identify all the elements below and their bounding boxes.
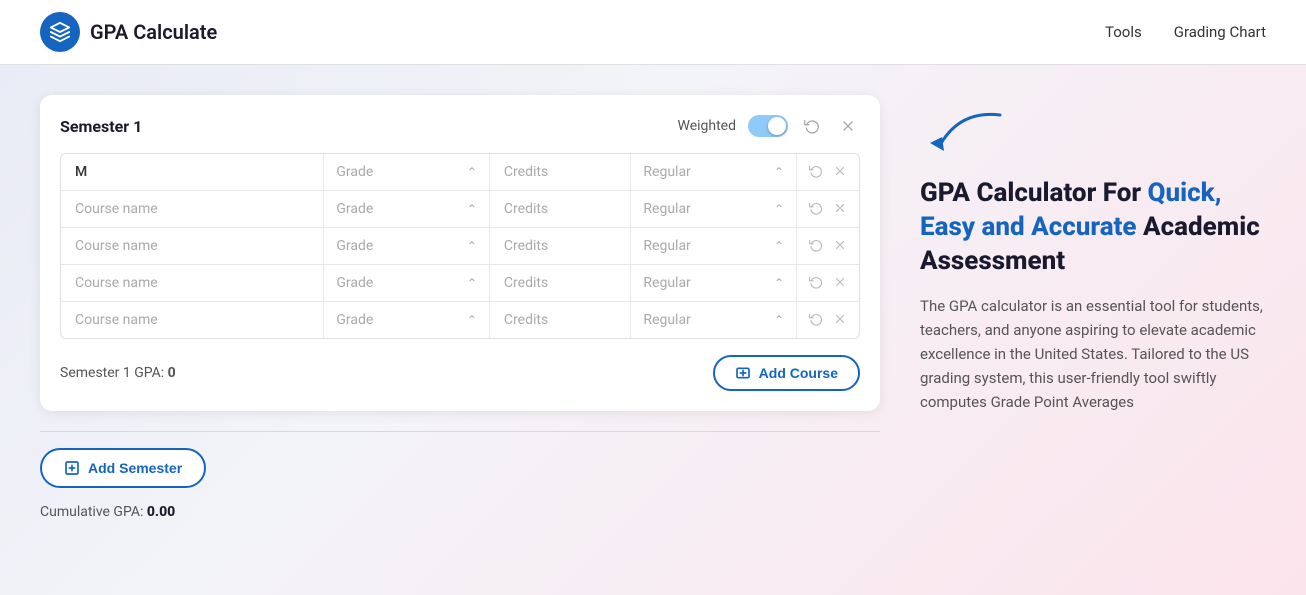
- cumulative-gpa: Cumulative GPA: 0.00: [40, 504, 880, 520]
- add-course-label: Add Course: [759, 365, 838, 381]
- arrow-decoration: [920, 105, 1266, 169]
- table-row: Course name Grade ⌃ Credits Regular ⌃: [61, 265, 859, 302]
- grade-select[interactable]: Grade ⌃: [324, 302, 490, 338]
- delete-row-button[interactable]: [831, 199, 849, 220]
- type-select[interactable]: Regular ⌃: [631, 154, 797, 190]
- close-semester-button[interactable]: [836, 116, 860, 136]
- delete-row-button[interactable]: [831, 273, 849, 294]
- chevron-down-icon: ⌃: [467, 239, 477, 253]
- chevron-down-icon: ⌃: [467, 313, 477, 327]
- refresh-row-button[interactable]: [807, 162, 825, 183]
- course-name-input[interactable]: M: [61, 154, 324, 190]
- add-course-button[interactable]: Add Course: [713, 355, 860, 391]
- header: GPA Calculate Tools Grading Chart: [0, 0, 1306, 65]
- delete-row-button[interactable]: [831, 310, 849, 331]
- chevron-down-icon: ⌃: [467, 165, 477, 179]
- right-description: The GPA calculator is an essential tool …: [920, 294, 1266, 414]
- refresh-row-button[interactable]: [807, 199, 825, 220]
- table-row: Course name Grade ⌃ Credits Regular ⌃: [61, 191, 859, 228]
- credits-input[interactable]: Credits: [490, 191, 631, 227]
- logo-icon: [40, 12, 80, 52]
- row-actions: [797, 310, 859, 331]
- semester-card: Semester 1 Weighted: [40, 95, 880, 411]
- semester-gpa-value: 0: [168, 365, 176, 381]
- right-panel: GPA Calculator For Quick, Easy and Accur…: [920, 95, 1266, 565]
- row-actions: [797, 236, 859, 257]
- chevron-down-icon: ⌃: [774, 313, 784, 327]
- header-nav: Tools Grading Chart: [1105, 23, 1266, 41]
- semester-footer: Semester 1 GPA: 0 Add Course: [60, 355, 860, 391]
- type-label: Regular: [643, 164, 690, 180]
- row-actions: [797, 199, 859, 220]
- right-heading: GPA Calculator For Quick, Easy and Accur…: [920, 177, 1266, 278]
- cumulative-gpa-value: 0.00: [147, 504, 175, 520]
- chevron-down-icon: ⌃: [774, 276, 784, 290]
- logo-text: GPA Calculate: [90, 20, 217, 44]
- grade-select[interactable]: Grade ⌃: [324, 191, 490, 227]
- add-semester-label: Add Semester: [88, 460, 182, 476]
- type-label: Regular: [643, 312, 690, 328]
- course-table: M Grade ⌃ Credits Regular ⌃: [60, 153, 860, 339]
- chevron-down-icon: ⌃: [774, 239, 784, 253]
- grade-label: Grade: [336, 201, 373, 217]
- credits-input[interactable]: Credits: [490, 302, 631, 338]
- type-label: Regular: [643, 201, 690, 217]
- type-select[interactable]: Regular ⌃: [631, 191, 797, 227]
- add-semester-button[interactable]: Add Semester: [40, 448, 206, 488]
- refresh-semester-button[interactable]: [800, 116, 824, 136]
- type-label: Regular: [643, 238, 690, 254]
- delete-row-button[interactable]: [831, 236, 849, 257]
- chevron-down-icon: ⌃: [774, 165, 784, 179]
- chevron-down-icon: ⌃: [467, 276, 477, 290]
- credits-input[interactable]: Credits: [490, 154, 631, 190]
- weighted-toggle[interactable]: [748, 115, 788, 137]
- refresh-row-button[interactable]: [807, 273, 825, 294]
- chevron-down-icon: ⌃: [467, 202, 477, 216]
- semester-header: Semester 1 Weighted: [60, 115, 860, 137]
- semester-title: Semester 1: [60, 117, 142, 136]
- grade-label: Grade: [336, 275, 373, 291]
- type-select[interactable]: Regular ⌃: [631, 265, 797, 301]
- course-name-input[interactable]: Course name: [61, 228, 324, 264]
- row-actions: [797, 162, 859, 183]
- main-content: Semester 1 Weighted: [0, 65, 1306, 595]
- type-label: Regular: [643, 275, 690, 291]
- table-row: Course name Grade ⌃ Credits Regular ⌃: [61, 302, 859, 338]
- course-name-input[interactable]: Course name: [61, 302, 324, 338]
- divider: [40, 431, 880, 432]
- table-row: Course name Grade ⌃ Credits Regular ⌃: [61, 228, 859, 265]
- table-row: M Grade ⌃ Credits Regular ⌃: [61, 154, 859, 191]
- credits-input[interactable]: Credits: [490, 265, 631, 301]
- grade-select[interactable]: Grade ⌃: [324, 154, 490, 190]
- nav-grading-chart[interactable]: Grading Chart: [1174, 23, 1266, 41]
- grade-label: Grade: [336, 164, 373, 180]
- refresh-row-button[interactable]: [807, 236, 825, 257]
- left-panel: Semester 1 Weighted: [40, 95, 880, 565]
- course-name-input[interactable]: Course name: [61, 265, 324, 301]
- semester-gpa-label: Semester 1 GPA: 0: [60, 365, 176, 381]
- nav-tools[interactable]: Tools: [1105, 23, 1142, 41]
- heading-part1: GPA Calculator For: [920, 178, 1148, 208]
- grade-select[interactable]: Grade ⌃: [324, 265, 490, 301]
- credits-input[interactable]: Credits: [490, 228, 631, 264]
- grade-label: Grade: [336, 312, 373, 328]
- type-select[interactable]: Regular ⌃: [631, 302, 797, 338]
- delete-row-button[interactable]: [831, 162, 849, 183]
- course-name-input[interactable]: Course name: [61, 191, 324, 227]
- logo: GPA Calculate: [40, 12, 217, 52]
- weighted-label: Weighted: [677, 118, 736, 134]
- chevron-down-icon: ⌃: [774, 202, 784, 216]
- row-actions: [797, 273, 859, 294]
- refresh-row-button[interactable]: [807, 310, 825, 331]
- semester-controls: Weighted: [677, 115, 860, 137]
- grade-select[interactable]: Grade ⌃: [324, 228, 490, 264]
- type-select[interactable]: Regular ⌃: [631, 228, 797, 264]
- grade-label: Grade: [336, 238, 373, 254]
